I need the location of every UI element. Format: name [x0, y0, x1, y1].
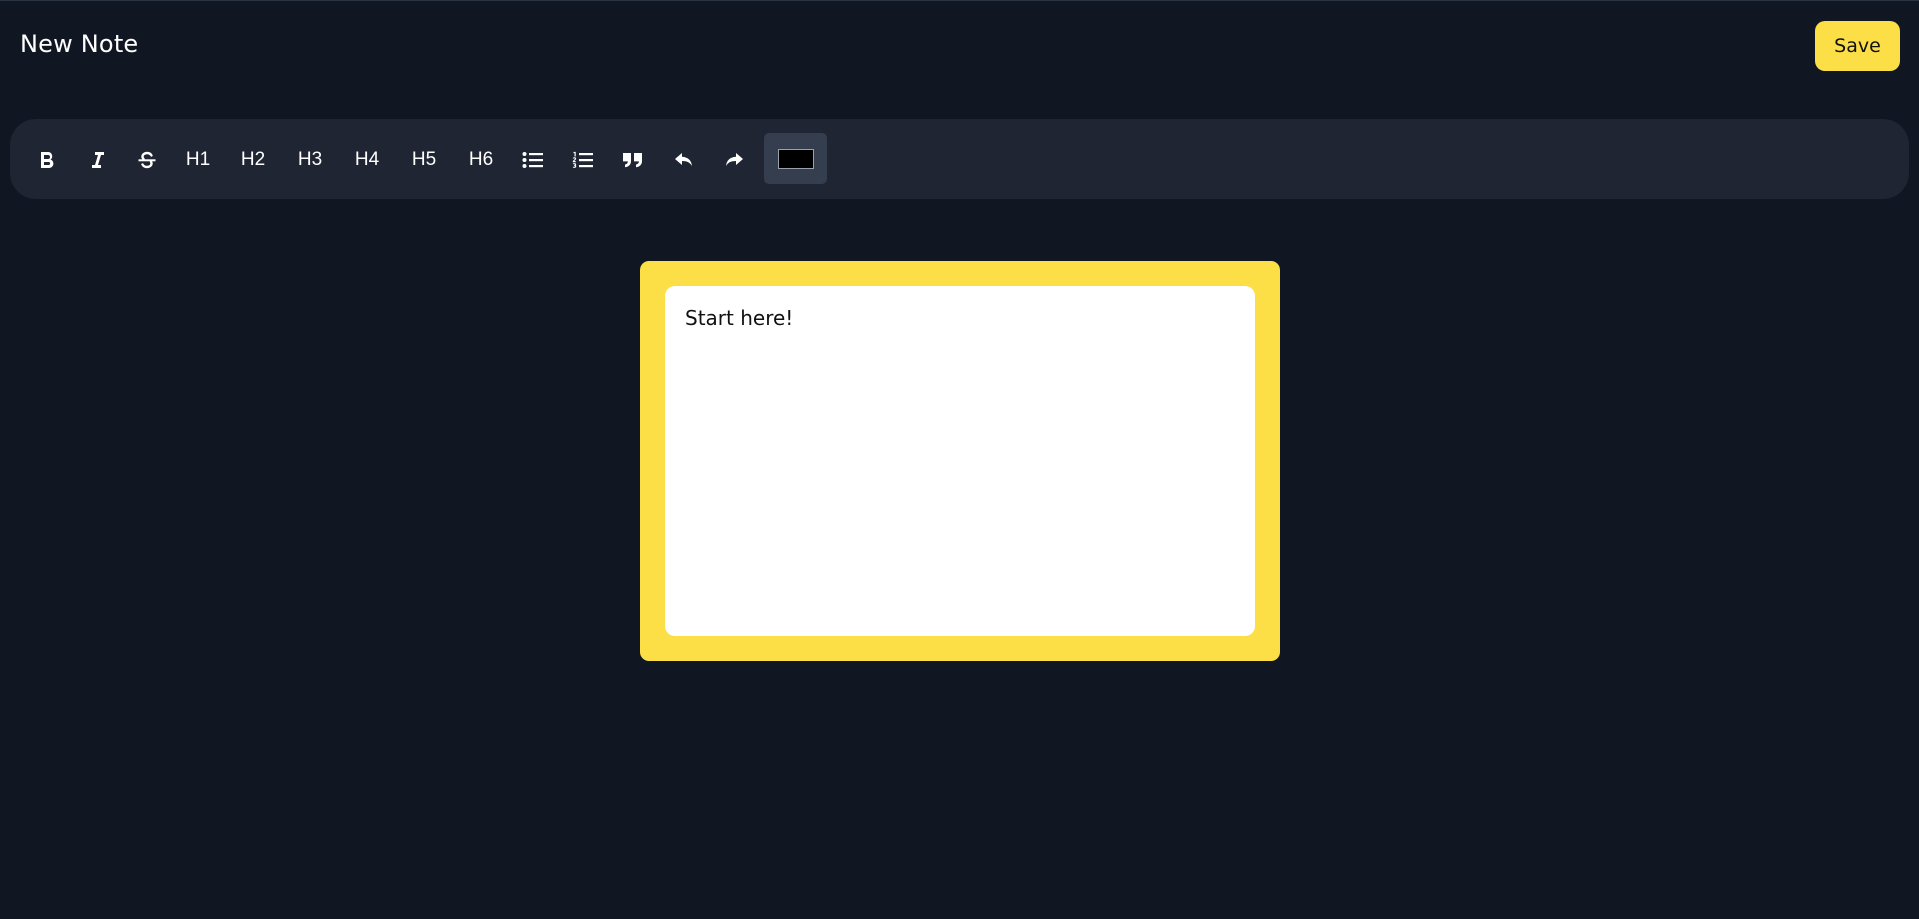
quote-icon — [623, 153, 642, 168]
color-swatch — [777, 148, 814, 169]
redo-button[interactable] — [717, 143, 751, 177]
heading-4-label: H4 — [354, 149, 380, 170]
heading-6-button[interactable]: H6 — [461, 143, 501, 177]
italic-button[interactable] — [80, 143, 114, 177]
bold-button[interactable] — [30, 143, 64, 177]
heading-2-button[interactable]: H2 — [233, 143, 273, 177]
italic-icon — [92, 152, 104, 168]
editor-content: Start here! — [685, 306, 794, 330]
heading-6-label: H6 — [468, 149, 494, 170]
bullet-list-button[interactable] — [516, 143, 550, 177]
strikethrough-button[interactable] — [130, 143, 164, 177]
formatting-toolbar: H1 H2 H3 H4 H5 H6 — [10, 119, 1909, 199]
header: New Note Save — [0, 0, 1919, 95]
heading-4-button[interactable]: H4 — [347, 143, 387, 177]
page-title: New Note — [20, 30, 139, 58]
heading-5-label: H5 — [411, 149, 437, 170]
blockquote-button[interactable] — [616, 143, 650, 177]
heading-3-button[interactable]: H3 — [290, 143, 330, 177]
heading-1-button[interactable]: H1 — [178, 143, 218, 177]
ordered-list-button[interactable] — [566, 143, 600, 177]
strikethrough-icon — [138, 151, 156, 169]
undo-icon — [675, 153, 692, 166]
bullet-list-icon — [522, 152, 543, 168]
heading-2-label: H2 — [240, 149, 266, 170]
ordered-list-icon — [572, 151, 593, 168]
heading-3-label: H3 — [297, 149, 323, 170]
heading-5-button[interactable]: H5 — [404, 143, 444, 177]
note-editor[interactable]: Start here! — [665, 286, 1255, 636]
note-card: Start here! — [640, 261, 1280, 661]
save-button[interactable]: Save — [1815, 21, 1900, 71]
text-color-picker[interactable] — [764, 133, 827, 184]
redo-icon — [726, 153, 743, 166]
undo-button[interactable] — [667, 143, 701, 177]
heading-1-label: H1 — [185, 149, 211, 170]
bold-icon — [41, 152, 54, 169]
